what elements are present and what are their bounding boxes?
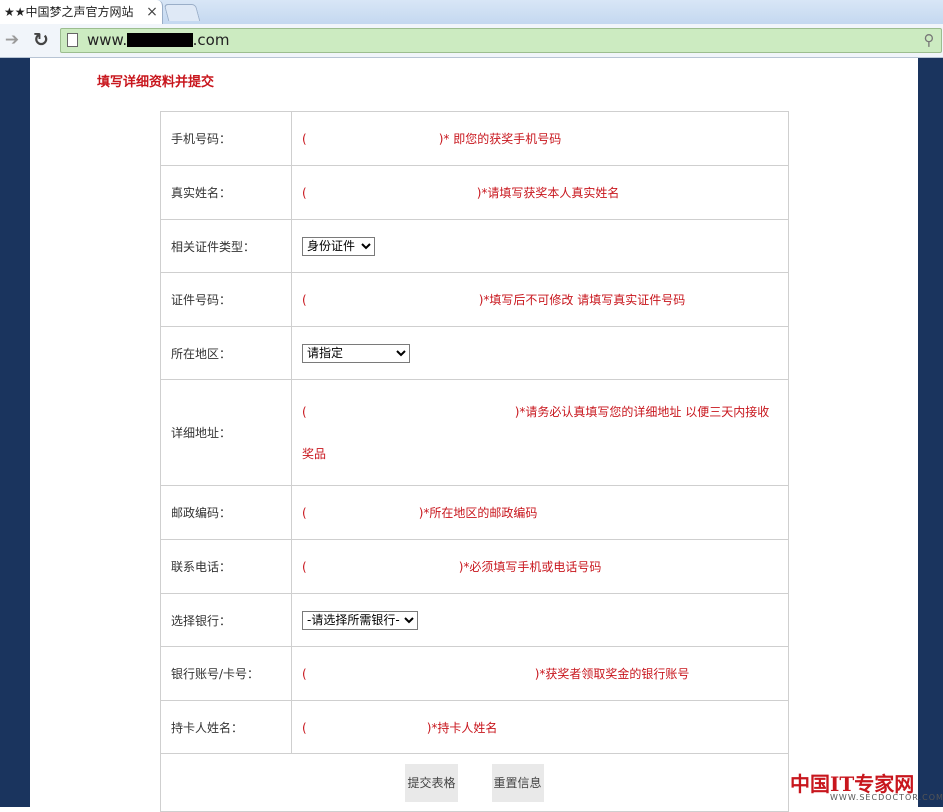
tab-title: ★★中国梦之声官方网站 bbox=[4, 5, 134, 19]
input-field[interactable]: ()*所在地区的邮政编码 bbox=[302, 504, 788, 521]
form-row: 联系电话： ()*必须填写手机或电话号码 bbox=[160, 539, 789, 594]
form-row: 邮政编码： ()*所在地区的邮政编码 bbox=[160, 485, 789, 540]
field-value-cell: ()*请务必认真填写您的详细地址 以便三天内接收奖品 bbox=[291, 379, 789, 486]
input-field[interactable]: ()*请务必认真填写您的详细地址 以便三天内接收奖品 bbox=[302, 391, 788, 475]
field-value-cell: ()*所在地区的邮政编码 bbox=[291, 485, 789, 540]
input-field[interactable]: ()*必须填写手机或电话号码 bbox=[302, 558, 788, 575]
reload-icon[interactable]: ↻ bbox=[31, 29, 51, 51]
field-label: 证件号码： bbox=[160, 272, 292, 327]
field-hint: *必须填写手机或电话号码 bbox=[463, 560, 602, 574]
field-hint: *请务必认真填写您的详细地址 以便三天内接收奖品 bbox=[302, 404, 770, 461]
form-row: 相关证件类型： 身份证件 bbox=[160, 219, 789, 273]
field-hint: *请填写获奖本人真实姓名 bbox=[481, 186, 620, 200]
page-content: 填写详细资料并提交 手机号码： ()* 即您的获奖手机号码真实姓名： ()*请填写获… bbox=[30, 58, 918, 812]
open-paren: ( bbox=[302, 667, 307, 681]
form-row: 选择银行： -请选择所需银行- bbox=[160, 593, 789, 647]
url-text[interactable]: www.●●●●●.com bbox=[87, 31, 287, 50]
field-value-cell: 请指定 bbox=[291, 326, 789, 380]
field-hint: *所在地区的邮政编码 bbox=[423, 506, 538, 520]
select-field[interactable]: 身份证件 bbox=[302, 236, 375, 256]
reset-button[interactable]: 重置信息 bbox=[491, 763, 544, 802]
field-hint: *持卡人姓名 bbox=[431, 720, 498, 735]
field-value-cell: -请选择所需银行- bbox=[291, 593, 789, 647]
info-form-table: 手机号码： ()* 即您的获奖手机号码真实姓名： ()*请填写获奖本人真实姓名相关证… bbox=[160, 111, 789, 812]
open-paren: ( bbox=[302, 506, 307, 520]
field-value-cell: ()*获奖者领取奖金的银行账号 bbox=[291, 646, 789, 701]
field-label: 真实姓名： bbox=[160, 165, 292, 220]
field-label: 手机号码： bbox=[160, 111, 292, 166]
open-paren: ( bbox=[302, 404, 307, 419]
watermark-logo: 中国IT专家网 WWW.SECDOCTOR.COM bbox=[790, 764, 943, 804]
form-row: 所在地区： 请指定 bbox=[160, 326, 789, 380]
form-row: 银行账号/卡号： ()*获奖者领取奖金的银行账号 bbox=[160, 646, 789, 701]
open-paren: ( bbox=[302, 293, 307, 307]
form-row: 手机号码： ()* 即您的获奖手机号码 bbox=[160, 111, 789, 166]
form-row: 真实姓名： ()*请填写获奖本人真实姓名 bbox=[160, 165, 789, 220]
field-hint: * 即您的获奖手机号码 bbox=[443, 132, 562, 146]
field-value-cell: ()* 即您的获奖手机号码 bbox=[291, 111, 789, 166]
field-label: 银行账号/卡号： bbox=[160, 646, 292, 701]
form-title: 填写详细资料并提交 bbox=[97, 75, 215, 90]
form-row: 持卡人姓名： ()*持卡人姓名 bbox=[160, 700, 789, 754]
field-label: 选择银行： bbox=[160, 593, 292, 647]
form-row: 证件号码： ()*填写后不可修改 请填写真实证件号码 bbox=[160, 272, 789, 327]
form-row: 详细地址：()*请务必认真填写您的详细地址 以便三天内接收奖品 bbox=[160, 379, 789, 486]
search-icon[interactable]: ⚲ bbox=[921, 32, 937, 48]
field-label: 所在地区： bbox=[160, 326, 292, 380]
submit-button[interactable]: 提交表格 bbox=[405, 763, 458, 802]
input-field[interactable]: ()*请填写获奖本人真实姓名 bbox=[302, 184, 788, 201]
button-row: 提交表格 重置信息 bbox=[160, 753, 789, 812]
select-field[interactable]: 请指定 bbox=[302, 343, 410, 363]
input-field[interactable]: ()*填写后不可修改 请填写真实证件号码 bbox=[302, 291, 788, 308]
close-icon[interactable]: × bbox=[145, 4, 159, 20]
forward-arrow-icon[interactable]: ➔ bbox=[3, 30, 21, 50]
new-tab-button[interactable] bbox=[163, 4, 201, 21]
open-paren: ( bbox=[302, 720, 307, 735]
open-paren: ( bbox=[302, 186, 307, 200]
field-label: 详细地址： bbox=[160, 379, 292, 486]
field-hint: *填写后不可修改 请填写真实证件号码 bbox=[483, 293, 686, 307]
address-bar[interactable]: www.●●●●●.com ⚲ bbox=[60, 28, 942, 53]
field-label: 邮政编码： bbox=[160, 485, 292, 540]
open-paren: ( bbox=[302, 132, 307, 146]
field-value-cell: ()*请填写获奖本人真实姓名 bbox=[291, 165, 789, 220]
field-value-cell: ()*必须填写手机或电话号码 bbox=[291, 539, 789, 594]
select-field[interactable]: -请选择所需银行- bbox=[302, 610, 418, 630]
browser-tab[interactable]: ★★中国梦之声官方网站 × bbox=[0, 0, 163, 24]
field-label: 相关证件类型： bbox=[160, 219, 292, 273]
button-cell: 提交表格 重置信息 bbox=[160, 753, 789, 812]
input-field[interactable]: ()* 即您的获奖手机号码 bbox=[302, 130, 788, 147]
field-value-cell: ()*填写后不可修改 请填写真实证件号码 bbox=[291, 272, 789, 327]
field-value-cell: ()*持卡人姓名 bbox=[291, 700, 789, 754]
tab-strip: ★★中国梦之声官方网站 × bbox=[0, 0, 943, 24]
watermark-sub: WWW.SECDOCTOR.COM bbox=[830, 793, 943, 802]
input-field[interactable]: ()*持卡人姓名 bbox=[302, 719, 788, 736]
input-field[interactable]: ()*获奖者领取奖金的银行账号 bbox=[302, 665, 788, 682]
field-label: 持卡人姓名： bbox=[160, 700, 292, 754]
url-redaction: ●●●●● bbox=[127, 31, 193, 49]
field-value-cell: 身份证件 bbox=[291, 219, 789, 273]
open-paren: ( bbox=[302, 560, 307, 574]
page-icon bbox=[67, 33, 78, 47]
browser-toolbar: ➔ ↻ www.●●●●●.com ⚲ bbox=[0, 24, 943, 58]
field-label: 联系电话： bbox=[160, 539, 292, 594]
field-hint: *获奖者领取奖金的银行账号 bbox=[539, 667, 690, 681]
